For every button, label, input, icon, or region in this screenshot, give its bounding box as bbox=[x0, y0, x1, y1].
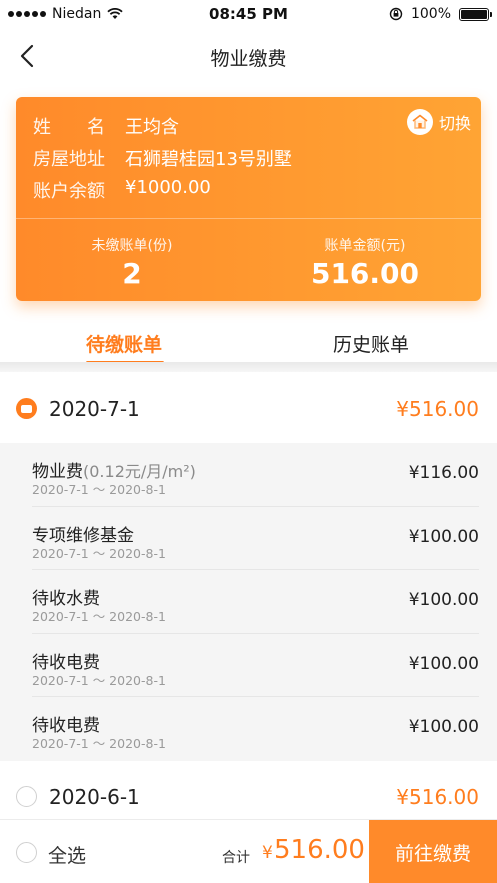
tab-pending[interactable]: 待缴账单 bbox=[86, 330, 162, 357]
select-all-checkbox[interactable] bbox=[16, 842, 37, 863]
balance-label: 账户余额 bbox=[33, 181, 105, 202]
balance-row: 账户余额 ¥1000.00 bbox=[33, 177, 211, 203]
list-item: 物业费(0.12元/月/m²) 2020-7-1 ～ 2020-8-1 ¥116… bbox=[32, 443, 479, 507]
list-item: 待收电费 2020-7-1 ～ 2020-8-1 ¥100.00 bbox=[32, 634, 479, 698]
bill-checkbox-checked[interactable] bbox=[16, 398, 37, 419]
page-title: 物业缴费 bbox=[210, 48, 287, 70]
bill-amount: 516.00 bbox=[310, 257, 420, 290]
select-all-label[interactable]: 全选 bbox=[48, 841, 86, 868]
list-item: 待收电费 2020-7-1 ～ 2020-8-1 ¥100.00 bbox=[32, 697, 479, 761]
checkout-bar: 全选 合计 ¥ 516.00 前往缴费 bbox=[0, 819, 497, 883]
item-amount: ¥100.00 bbox=[408, 590, 479, 611]
status-bar: Niedan 08:45 PM 100% bbox=[0, 0, 497, 28]
amount-label: 账单金额(元) bbox=[324, 238, 406, 254]
unpaid-count: 2 bbox=[122, 257, 142, 290]
bill-total: ¥516.00 bbox=[396, 785, 479, 809]
sum-currency: ¥ bbox=[262, 843, 273, 863]
tabs-divider bbox=[0, 362, 497, 372]
bill-header[interactable]: 2020-7-1 ¥516.00 bbox=[0, 373, 497, 443]
go-pay-button[interactable]: 前往缴费 bbox=[369, 820, 497, 883]
item-period: 2020-7-1 ～ 2020-8-1 bbox=[32, 545, 166, 561]
battery-icon bbox=[459, 7, 492, 21]
house-icon bbox=[406, 109, 433, 135]
bill-total: ¥516.00 bbox=[396, 397, 479, 421]
rotation-lock-icon bbox=[389, 7, 403, 21]
item-amount: ¥100.00 bbox=[408, 653, 479, 674]
item-period: 2020-7-1 ～ 2020-8-1 bbox=[32, 736, 166, 752]
card-divider bbox=[16, 218, 481, 219]
name-row: 姓 名 王均含 bbox=[33, 113, 179, 139]
battery-percent: 100% bbox=[410, 6, 451, 22]
address-label: 房屋地址 bbox=[33, 149, 105, 170]
item-amount: ¥100.00 bbox=[408, 717, 479, 738]
bill-date: 2020-7-1 bbox=[49, 397, 140, 421]
name-label: 姓 名 bbox=[33, 117, 105, 138]
bill-checkbox[interactable] bbox=[16, 786, 37, 807]
bill-amount-stat: 账单金额(元) 516.00 bbox=[249, 235, 481, 290]
item-amount: ¥100.00 bbox=[408, 526, 479, 547]
bill-items-list: 物业费(0.12元/月/m²) 2020-7-1 ～ 2020-8-1 ¥116… bbox=[0, 443, 497, 761]
bill-date: 2020-6-1 bbox=[49, 785, 140, 809]
unpaid-count-stat: 未缴账单(份) 2 bbox=[16, 235, 248, 290]
unpaid-label: 未缴账单(份) bbox=[91, 238, 173, 254]
item-period: 2020-7-1 ～ 2020-8-1 bbox=[32, 609, 166, 625]
switch-label: 切换 bbox=[438, 114, 471, 133]
item-period: 2020-7-1 ～ 2020-8-1 bbox=[32, 672, 166, 688]
nav-bar: 物业缴费 bbox=[0, 28, 497, 84]
status-right: 100% bbox=[389, 6, 492, 22]
owner-name: 王均含 bbox=[125, 117, 179, 138]
account-card: 姓 名 王均含 房屋地址 石狮碧桂园13号别墅 账户余额 ¥1000.00 切换… bbox=[16, 97, 481, 301]
item-period: 2020-7-1 ～ 2020-8-1 bbox=[32, 482, 166, 497]
list-item: 待收水费 2020-7-1 ～ 2020-8-1 ¥100.00 bbox=[32, 570, 479, 634]
bill-header[interactable]: 2020-6-1 ¥516.00 bbox=[0, 761, 497, 819]
bill-tabs: 待缴账单 历史账单 bbox=[0, 322, 497, 366]
list-item: 专项维修基金 2020-7-1 ～ 2020-8-1 ¥100.00 bbox=[32, 507, 479, 571]
item-amount: ¥116.00 bbox=[408, 463, 479, 483]
sum-label: 合计 bbox=[222, 850, 250, 866]
switch-house-button[interactable]: 切换 bbox=[406, 109, 471, 135]
account-balance: ¥1000.00 bbox=[125, 177, 211, 198]
address-row: 房屋地址 石狮碧桂园13号别墅 bbox=[33, 145, 292, 171]
tab-history[interactable]: 历史账单 bbox=[333, 330, 409, 357]
sum-total: 516.00 bbox=[274, 835, 365, 865]
house-address: 石狮碧桂园13号别墅 bbox=[125, 149, 292, 170]
